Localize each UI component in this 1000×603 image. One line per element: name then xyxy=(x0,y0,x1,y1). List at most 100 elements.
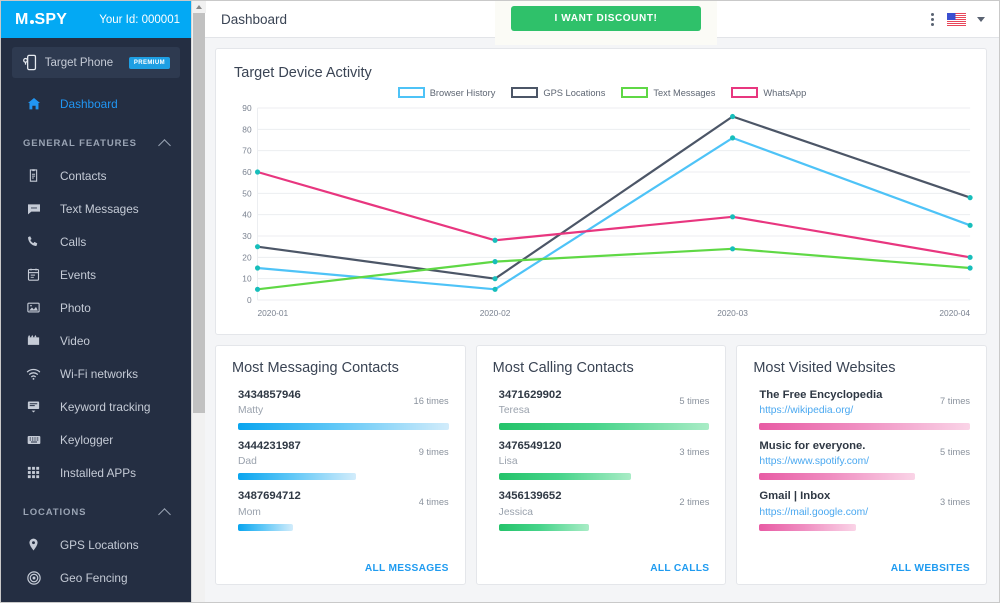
entry-title: The Free Encyclopedia xyxy=(759,389,883,401)
sidebar-item-text-messages[interactable]: Text Messages xyxy=(1,192,191,225)
sidebar-item-label: Wi-Fi networks xyxy=(60,366,138,381)
entry-title: 3456139652 xyxy=(498,490,562,503)
sidebar-section-general-features[interactable]: GENERAL FEATURES xyxy=(1,127,191,159)
sidebar-item-keyword-tracking[interactable]: Keyword tracking xyxy=(1,390,191,423)
entry-count: 4 times xyxy=(418,497,449,508)
sidebar-item-label: Events xyxy=(60,267,97,282)
entry-progress-bar xyxy=(498,524,590,532)
wifi-icon xyxy=(25,365,42,382)
svg-text:30: 30 xyxy=(242,231,252,241)
logo-dot-icon xyxy=(29,19,34,24)
photo-icon xyxy=(25,299,42,316)
sidebar-item-contacts[interactable]: Contacts xyxy=(1,159,191,192)
video-icon xyxy=(25,332,42,349)
entry-title: 3471629902 xyxy=(498,389,562,401)
sidebar-item-video[interactable]: Video xyxy=(1,324,191,357)
line-chart-svg: 0 10 20 30 40 50 60 70 80 90 2020-01 2020-02 2020-03… xyxy=(242,103,973,318)
sidebar-item-label: Installed APPs xyxy=(60,465,137,480)
list-item[interactable]: 3487694712 Mom 4 times xyxy=(232,489,449,532)
chevron-down-icon[interactable] xyxy=(977,16,985,22)
sidebar-item-label: GPS Locations xyxy=(60,537,139,552)
sidebar: M SPY Your Id: 000001 Target Phone PREMIU… xyxy=(1,1,191,602)
legend-item-text-messages[interactable]: Text Messages xyxy=(621,87,715,98)
legend-label: GPS Locations xyxy=(543,87,606,98)
most-visited-websites-card: Most Visited Websites The Free Encyclope… xyxy=(736,345,988,585)
legend-item-browser-history[interactable]: Browser History xyxy=(397,87,496,98)
home-icon xyxy=(25,95,42,112)
target-phone-selector[interactable]: Target Phone PREMIUM xyxy=(12,47,180,78)
entry-progress-bar xyxy=(759,422,971,430)
phone-icon xyxy=(25,233,42,250)
mspy-logo[interactable]: M SPY xyxy=(15,11,67,29)
legend-swatch-icon xyxy=(731,87,759,98)
svg-text:70: 70 xyxy=(242,146,252,156)
page-title: Dashboard xyxy=(221,11,288,27)
list-item[interactable]: Music for everyone. https://www.spotify.… xyxy=(753,439,970,481)
sidebar-item-calls[interactable]: Calls xyxy=(1,225,191,258)
topbar-actions xyxy=(929,11,985,28)
sidebar-section-locations[interactable]: LOCATIONS xyxy=(1,496,191,528)
apps-grid-icon xyxy=(25,464,42,481)
svg-text:10: 10 xyxy=(242,274,252,284)
all-websites-link[interactable]: ALL WEBSITES xyxy=(891,563,970,574)
list-item[interactable]: 3456139652 Jessica 2 times xyxy=(493,489,709,532)
all-messages-link[interactable]: ALL MESSAGES xyxy=(365,563,449,574)
message-icon xyxy=(25,200,42,217)
legend-swatch-icon xyxy=(397,87,425,98)
sidebar-item-installed-apps[interactable]: Installed APPs xyxy=(1,456,191,489)
legend-label: Text Messages xyxy=(653,87,716,98)
main-area: Dashboard I WANT DISCOUNT! Target Device… xyxy=(191,1,999,602)
entry-url[interactable]: https://mail.google.com/ xyxy=(759,505,940,520)
chart-plot-area: 0 10 20 30 40 50 60 70 80 90 2020-01 2020-02 2020-03… xyxy=(228,100,976,328)
entry-subtitle: Teresa xyxy=(498,405,530,417)
legend-label: Browser History xyxy=(429,87,496,98)
entry-subtitle: Mom xyxy=(238,506,261,518)
most-calling-contacts-card: Most Calling Contacts 3471629902 Teresa … xyxy=(475,345,727,585)
section-title: LOCATIONS xyxy=(23,506,87,518)
discount-button[interactable]: I WANT DISCOUNT! xyxy=(511,6,701,31)
svg-text:80: 80 xyxy=(242,124,252,134)
entry-progress-bar xyxy=(238,524,293,532)
entry-url[interactable]: https://www.spotify.com/ xyxy=(759,454,940,469)
svg-text:60: 60 xyxy=(242,167,252,177)
sidebar-item-gps-locations[interactable]: GPS Locations xyxy=(1,528,191,561)
entry-count: 5 times xyxy=(679,396,710,406)
legend-label: WhatsApp xyxy=(763,87,807,98)
scroll-up-arrow-icon[interactable] xyxy=(192,1,206,13)
entry-progress-bar xyxy=(238,473,356,481)
list-item[interactable]: The Free Encyclopedia https://wikipedia.… xyxy=(753,388,971,430)
scrollbar-thumb[interactable] xyxy=(193,13,205,413)
sidebar-item-events[interactable]: Events xyxy=(1,258,191,291)
list-item[interactable]: 3434857946 Matty 16 times xyxy=(232,388,449,430)
us-flag-icon[interactable] xyxy=(947,12,966,26)
sidebar-item-photo[interactable]: Photo xyxy=(1,291,191,324)
sidebar-item-label: Photo xyxy=(60,300,91,315)
sidebar-item-label: Calls xyxy=(60,234,87,249)
entry-count: 7 times xyxy=(940,396,971,406)
entry-url[interactable]: https://wikipedia.org/ xyxy=(759,403,940,418)
entry-count: 3 times xyxy=(940,497,971,508)
list-item[interactable]: 3471629902 Teresa 5 times xyxy=(493,388,710,430)
keyboard-icon xyxy=(25,431,42,448)
sidebar-item-dashboard[interactable]: Dashboard xyxy=(1,87,191,120)
list-item[interactable]: Gmail | Inbox https://mail.google.com/ 3… xyxy=(753,489,971,532)
legend-item-gps-locations[interactable]: GPS Locations xyxy=(511,87,605,98)
list-item[interactable]: 3476549120 Lisa 3 times xyxy=(493,439,709,481)
sidebar-item-geo-fencing[interactable]: Geo Fencing xyxy=(1,561,191,594)
sidebar-item-keylogger[interactable]: Keylogger xyxy=(1,423,191,456)
sidebar-item-label: Dashboard xyxy=(60,96,118,111)
svg-text:90: 90 xyxy=(242,103,252,113)
topbar: Dashboard I WANT DISCOUNT! xyxy=(205,1,999,45)
list-item[interactable]: 3444231987 Dad 9 times xyxy=(232,439,449,481)
more-vertical-icon[interactable] xyxy=(929,11,936,28)
entry-subtitle: Lisa xyxy=(498,455,518,467)
target-circle-icon xyxy=(25,569,42,586)
sidebar-item-wifi-networks[interactable]: Wi-Fi networks xyxy=(1,357,191,390)
card-footer: ALL MESSAGES xyxy=(232,558,449,576)
legend-item-whatsapp[interactable]: WhatsApp xyxy=(731,87,806,98)
card-title: Most Visited Websites xyxy=(753,360,896,376)
chart-legend: Browser History GPS Locations Text Messa… xyxy=(228,87,976,98)
page-scrollbar[interactable] xyxy=(191,1,206,602)
activity-chart-card: Target Device Activity Browser History G… xyxy=(215,48,987,335)
all-calls-link[interactable]: ALL CALLS xyxy=(650,563,709,574)
